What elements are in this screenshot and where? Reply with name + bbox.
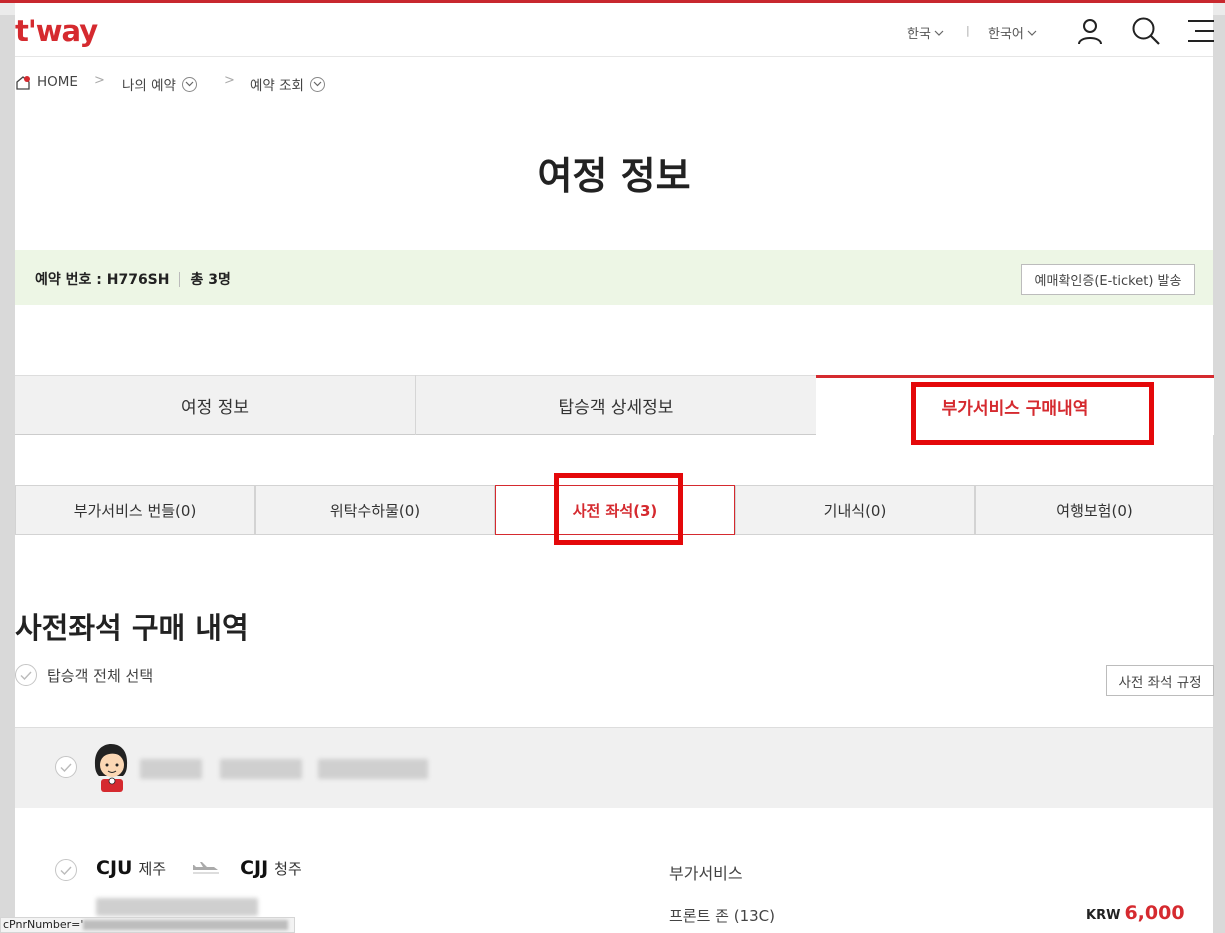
- chevron-down-icon[interactable]: [309, 76, 325, 92]
- booking-number: 예약 번호 : H776SH: [35, 272, 170, 288]
- subtab-inflight-meal[interactable]: 기내식(0): [735, 485, 975, 535]
- search-icon[interactable]: [1129, 14, 1163, 48]
- highlight-box: [911, 382, 1154, 445]
- language-label: 한국어: [988, 27, 1024, 42]
- tab-itinerary[interactable]: 여정 정보: [15, 375, 415, 435]
- avatar: [94, 744, 128, 792]
- breadcrumb-booking-lookup-label: 예약 조회: [250, 78, 304, 94]
- origin-city: 제주: [138, 859, 167, 878]
- breadcrumb-my-booking[interactable]: 나의 예약: [122, 74, 197, 94]
- chevron-down-icon[interactable]: [181, 76, 197, 92]
- seat-zone: 프론트 존 (13C): [669, 907, 776, 925]
- destination-code: CJJ: [240, 857, 269, 879]
- passenger-info-redacted: [220, 759, 302, 779]
- breadcrumb-my-booking-label: 나의 예약: [122, 78, 176, 94]
- price-value: 6,000: [1124, 902, 1185, 924]
- breadcrumb-home[interactable]: HOME: [15, 74, 78, 90]
- breadcrumb-home-label: HOME: [37, 74, 78, 90]
- browser-status-bar: cPnrNumber=': [0, 917, 295, 933]
- page-title: 여정 정보: [537, 154, 691, 198]
- flight-route: CJU 제주 CJJ 청주: [96, 857, 312, 879]
- seat-rules-button[interactable]: 사전 좌석 규정: [1106, 665, 1214, 696]
- passenger-count: 총 3명: [190, 272, 231, 288]
- tway-logo[interactable]: t'way: [15, 14, 98, 48]
- eticket-send-button[interactable]: 예매확인증(E-ticket) 발송: [1021, 264, 1195, 295]
- origin-code: CJU: [96, 857, 133, 879]
- passenger-info-redacted: [318, 759, 428, 779]
- menu-icon[interactable]: [1183, 14, 1217, 48]
- home-icon: [16, 75, 30, 90]
- user-icon[interactable]: [1073, 14, 1107, 48]
- passenger-row: [15, 727, 1213, 808]
- breadcrumb-separator: >: [94, 73, 105, 88]
- subtab-checked-baggage[interactable]: 위탁수하물(0): [255, 485, 495, 535]
- breadcrumb-separator: >: [224, 73, 235, 88]
- chevron-down-icon: [1027, 30, 1037, 36]
- flight-info-redacted: [96, 898, 258, 916]
- currency: KRW: [1086, 908, 1121, 923]
- seat-price: KRW 6,000: [1086, 902, 1185, 924]
- status-text: cPnrNumber=': [3, 918, 84, 931]
- tab-passenger-details[interactable]: 탑승객 상세정보: [416, 375, 816, 435]
- highlight-box: [554, 473, 683, 545]
- language-select[interactable]: 한국어: [988, 23, 1037, 42]
- check-icon[interactable]: [55, 859, 77, 881]
- subtab-bundle[interactable]: 부가서비스 번들(0): [15, 485, 255, 535]
- select-all-passengers[interactable]: 탑승객 전체 선택: [15, 664, 153, 686]
- breadcrumb-booking-lookup[interactable]: 예약 조회: [250, 74, 325, 94]
- addon-service-label: 부가서비스: [669, 864, 743, 883]
- section-title: 사전좌석 구매 내역: [15, 611, 249, 645]
- region-label: 한국: [907, 27, 931, 42]
- select-all-label: 탑승객 전체 선택: [47, 666, 154, 685]
- subtab-travel-insurance[interactable]: 여행보험(0): [975, 485, 1214, 535]
- header-divider: |: [966, 24, 970, 37]
- region-select[interactable]: 한국: [907, 23, 944, 42]
- check-icon[interactable]: [15, 664, 37, 686]
- chevron-down-icon: [934, 30, 944, 36]
- airplane-icon: [193, 862, 220, 874]
- check-icon[interactable]: [55, 756, 77, 778]
- booking-summary-bar: 예약 번호 : H776SH 총 3명 예매확인증(E-ticket) 발송: [15, 250, 1213, 305]
- destination-city: 청주: [274, 859, 302, 878]
- passenger-name-redacted: [140, 759, 202, 779]
